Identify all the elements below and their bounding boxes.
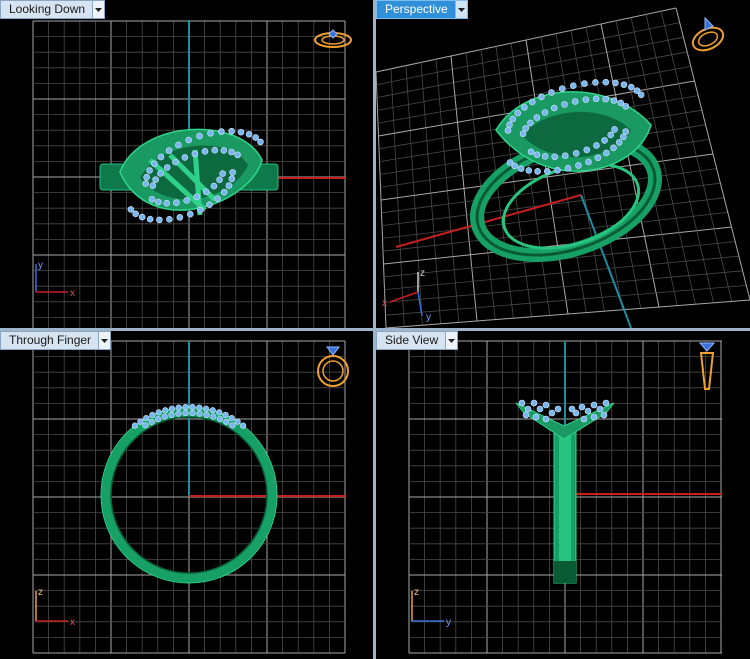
chevron-down-icon[interactable] [445,332,458,349]
viewport-tab-label: Side View [385,333,439,347]
viewport-tab-side-view[interactable]: Side View [376,331,459,350]
axis-y-line [580,194,632,328]
ring-view-cube-icon[interactable] [312,27,354,53]
viewport-through-finger[interactable]: z x Through Finger [0,331,373,659]
viewport-tab-label: Looking Down [9,2,86,16]
axis-label-a: y [38,260,43,271]
viewport-tab-label: Perspective [385,2,448,16]
axis-label-a: z [420,268,425,279]
viewport-tab-through-finger[interactable]: Through Finger [0,331,112,350]
chevron-down-icon[interactable] [92,1,105,18]
axis-label-a: z [38,587,43,598]
axis-label-b: x [70,617,75,628]
axis-label-b: y [426,312,431,323]
viewport-perspective[interactable]: z y x Perspective [376,0,750,328]
axis-label-b: y [446,617,451,628]
viewport-splitter-horizontal[interactable] [0,328,750,331]
axis-label-b: x [70,288,75,299]
ring-model-perspective[interactable] [462,78,669,276]
ring-view-cube-icon[interactable] [314,341,352,391]
axis-triad-perspective: z y x [382,268,431,323]
viewport-tab-label: Through Finger [9,333,92,347]
axis-triad-side: z y [411,587,451,628]
axis-triad-top: y x [35,260,75,299]
ring-view-cube-icon[interactable] [689,14,729,54]
viewport-looking-down[interactable]: y x Looking Down [0,0,373,328]
chevron-down-icon[interactable] [98,332,111,349]
axis-label-c: x [382,298,387,309]
axis-label-a: z [414,587,419,598]
axis-triad-front: z x [35,587,75,628]
viewport-tab-perspective[interactable]: Perspective [376,0,468,19]
viewport-tab-looking-down[interactable]: Looking Down [0,0,106,19]
chevron-down-icon[interactable] [454,1,467,18]
ring-model-side[interactable] [515,399,615,584]
viewport-side-view[interactable]: z y Side View [376,331,750,659]
ring-view-cube-icon[interactable] [696,341,718,393]
